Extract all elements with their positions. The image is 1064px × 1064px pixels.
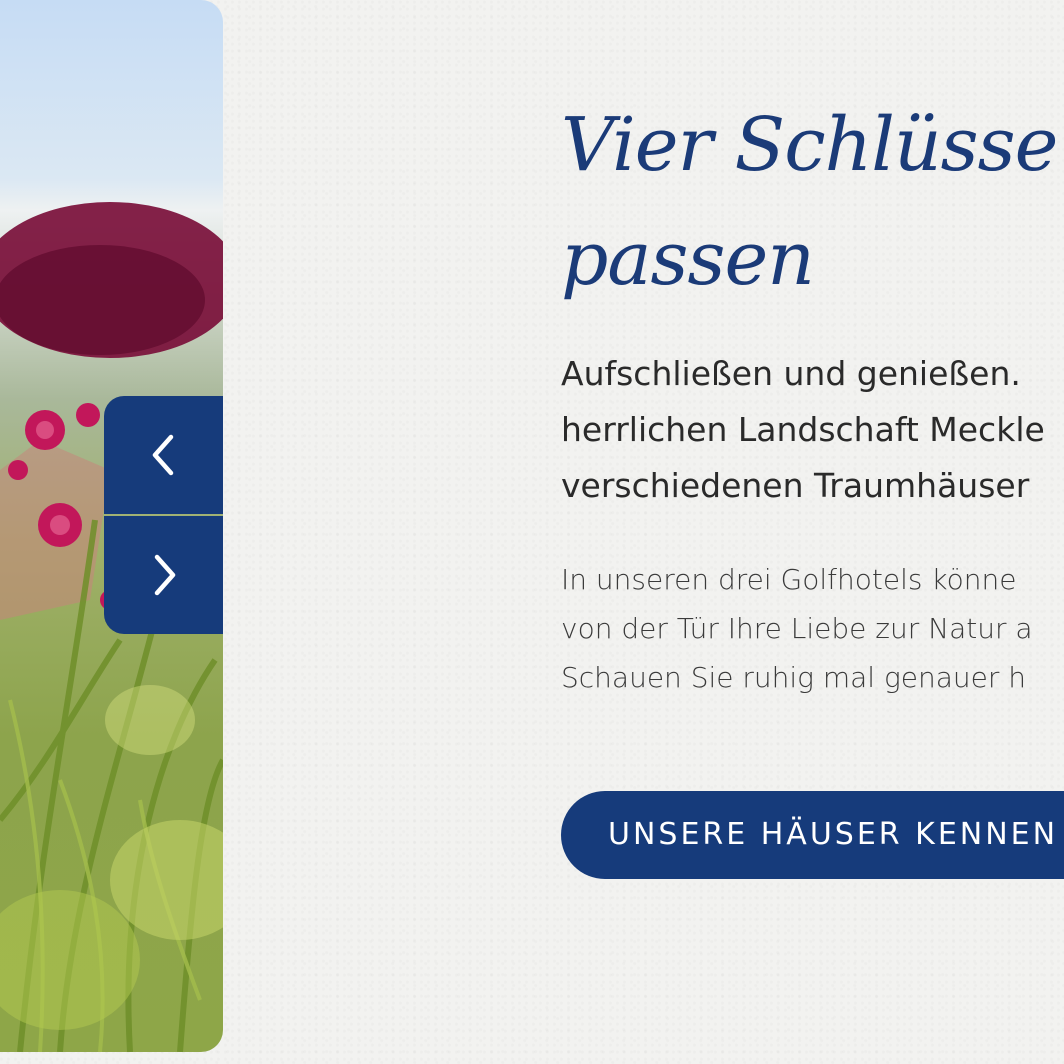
lead-line-2: herrlichen Landschaft Meckle — [561, 410, 1045, 449]
body-line-3: Schauen Sie ruhig mal genauer h — [561, 661, 1027, 694]
chevron-left-icon — [152, 434, 173, 476]
page-headline: Vier Schlüsse passen — [561, 88, 1064, 316]
lead-line-3: verschiedenen Traumhäuser — [561, 466, 1030, 505]
body-line-1: In unseren drei Golfhotels könne — [561, 563, 1017, 596]
chevron-right-icon — [154, 554, 175, 596]
discover-houses-button[interactable]: UNSERE HÄUSER KENNEN — [561, 791, 1064, 879]
lead-line-1: Aufschließen und genießen. — [561, 354, 1021, 393]
body-line-2: von der Tür Ihre Liebe zur Natur a — [561, 612, 1033, 645]
headline-line-1: Vier Schlüsse — [561, 102, 1058, 188]
slider-prev-button[interactable] — [104, 396, 223, 514]
body-paragraph: In unseren drei Golfhotels könne von der… — [561, 555, 1064, 702]
headline-line-2: passen — [561, 216, 815, 302]
slider-next-button[interactable] — [104, 516, 223, 634]
lead-paragraph: Aufschließen und genießen. herrlichen La… — [561, 346, 1064, 514]
